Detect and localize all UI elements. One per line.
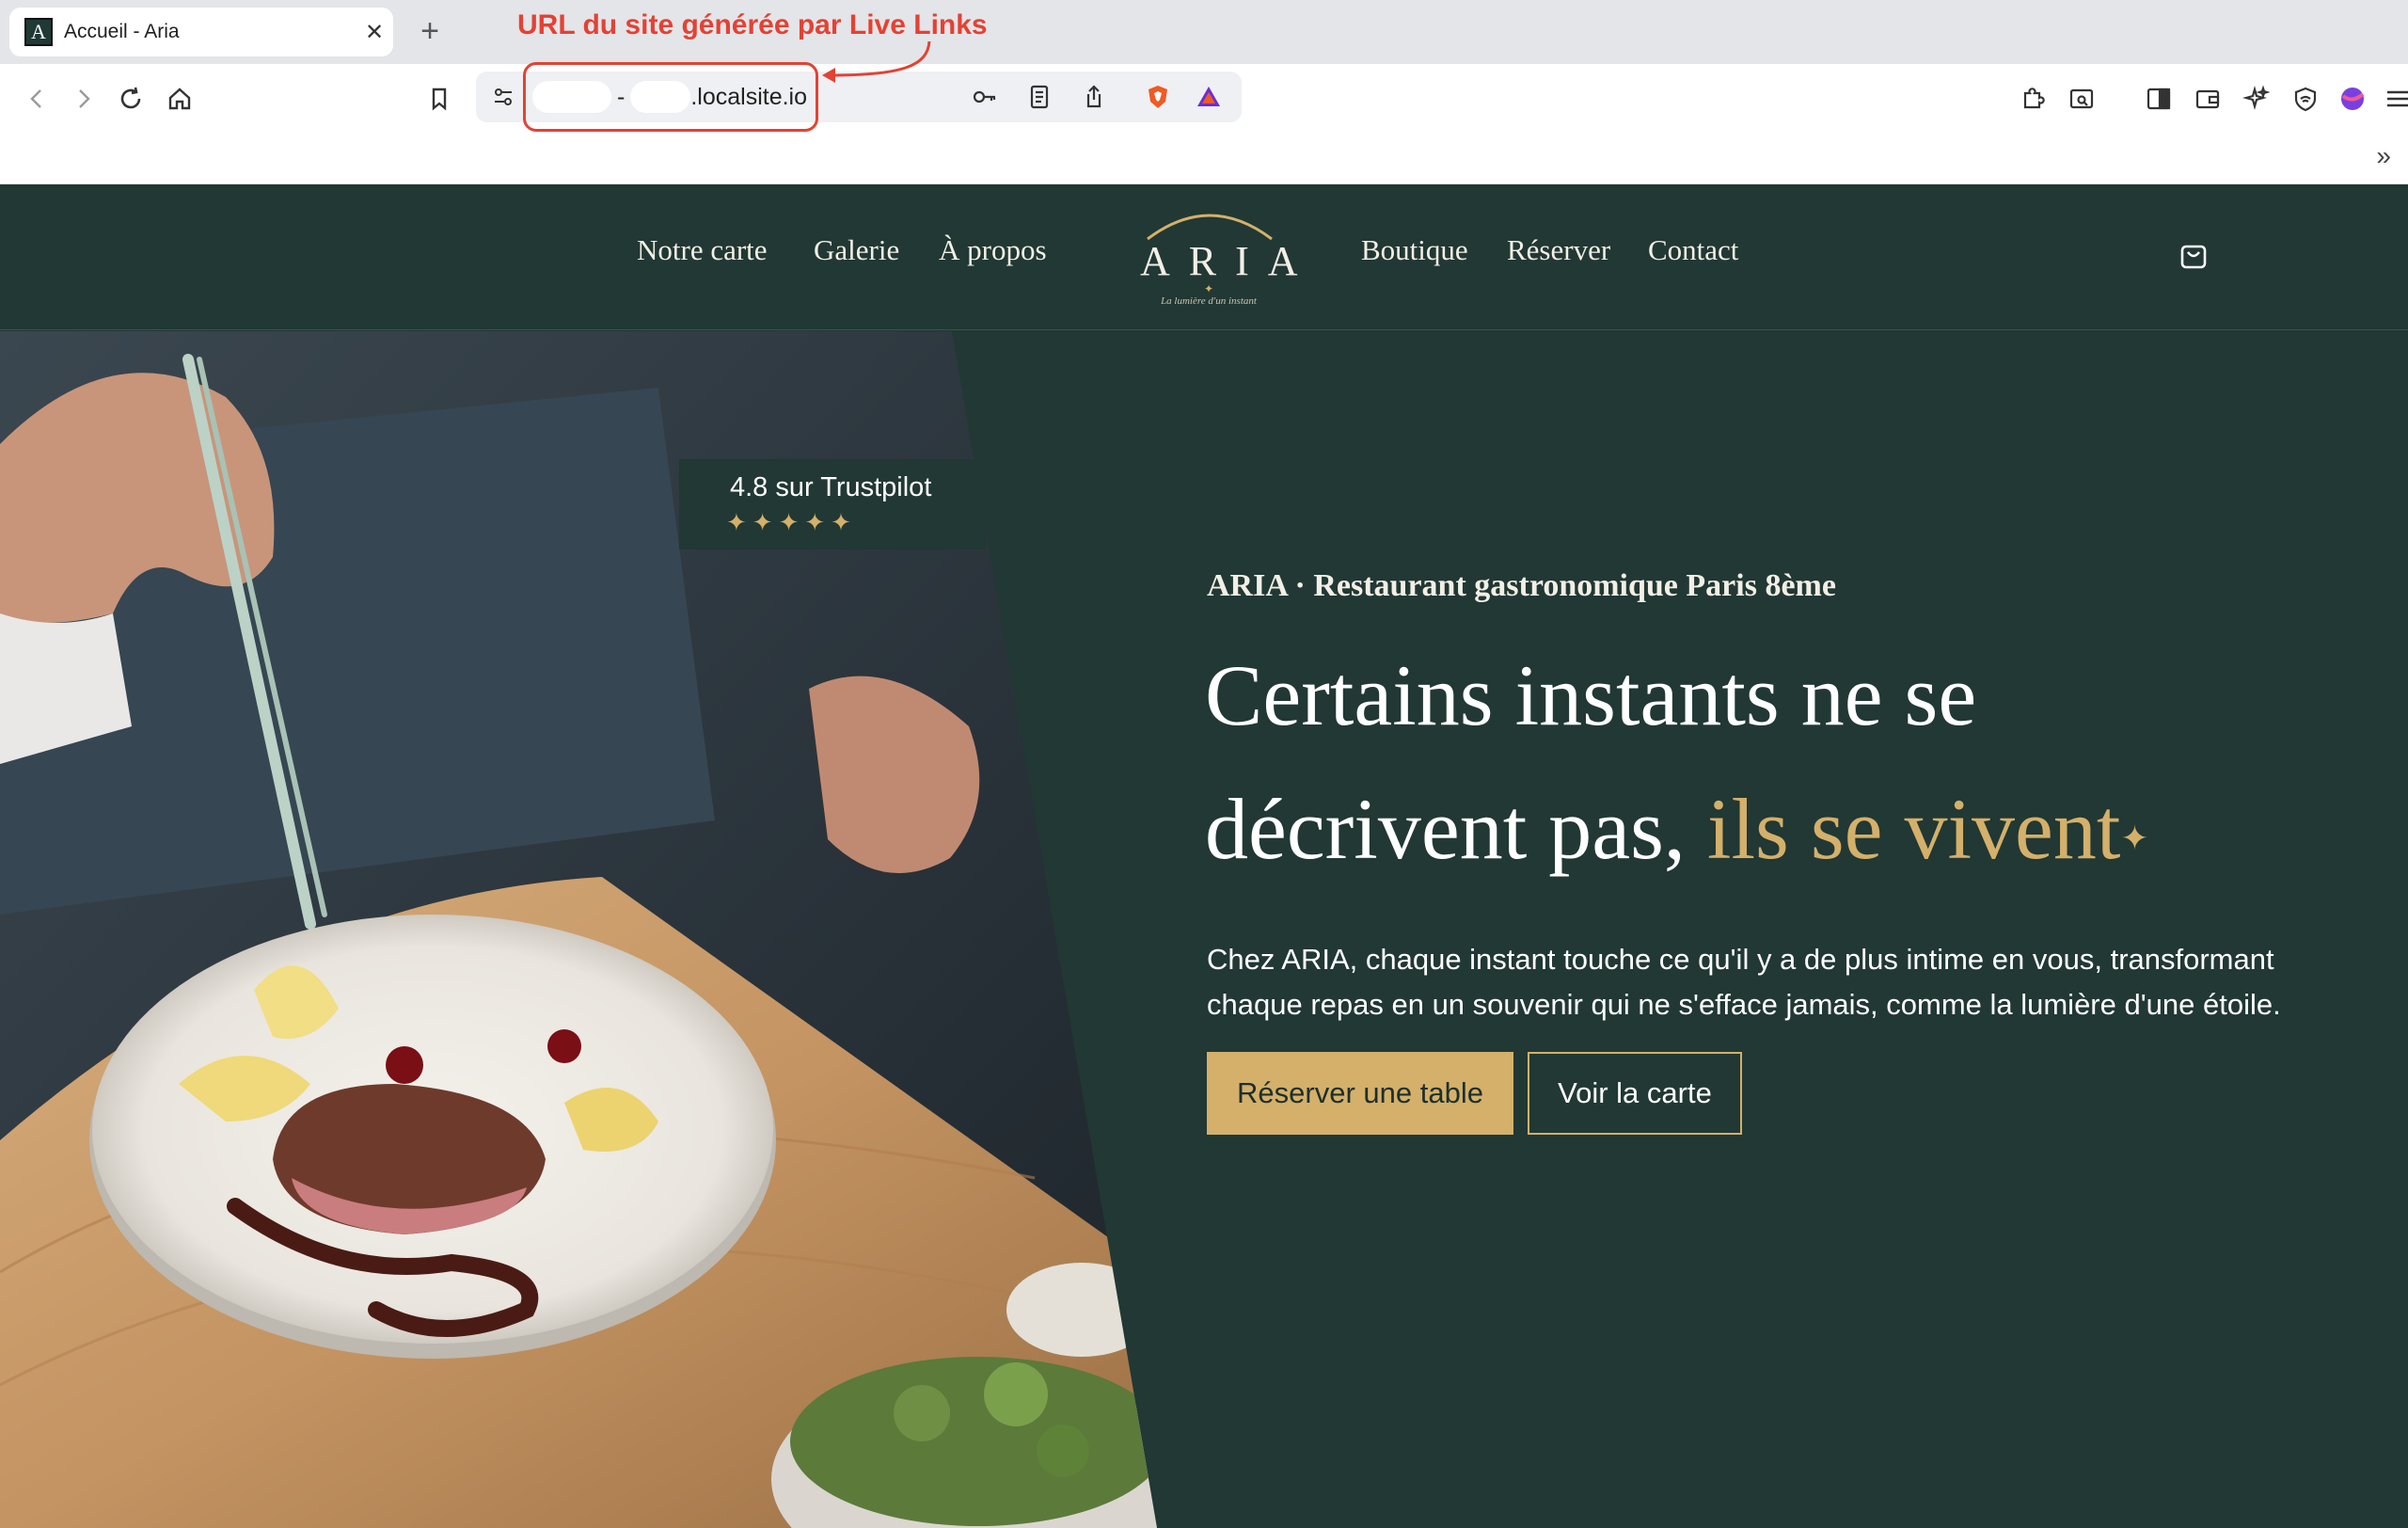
bookmarks-bar: »	[0, 132, 2408, 184]
browser-tab[interactable]: A Accueil - Aria ✕	[9, 8, 393, 56]
menu-icon[interactable]	[2380, 81, 2408, 117]
nav-link-reserver[interactable]: Réserver	[1507, 233, 1610, 267]
nav-link-contact[interactable]: Contact	[1648, 233, 1738, 267]
site-settings-icon[interactable]	[485, 79, 521, 115]
nav-link-a-propos[interactable]: À propos	[939, 233, 1047, 267]
brave-rewards-icon[interactable]	[1191, 79, 1227, 115]
hero-headline-line2: décrivent pas, ils se vivent✦	[1205, 779, 2149, 879]
annotation-arrow-icon	[822, 40, 931, 83]
tab-search-icon[interactable]	[2064, 81, 2099, 117]
more-bookmarks-chevron-icon[interactable]: »	[2376, 141, 2391, 171]
sparkle-icon: ✦	[2120, 819, 2149, 857]
trustpilot-badge: 4.8 sur Trustpilot ✦✦✦✦✦	[679, 459, 986, 549]
logo-star-icon: ✦	[1204, 282, 1214, 295]
bookmark-icon[interactable]	[421, 81, 457, 117]
site-favicon-icon: A	[24, 18, 53, 46]
hero-headline-line1: Certains instants ne se	[1205, 647, 1977, 743]
leo-ai-icon[interactable]	[2239, 81, 2274, 117]
logo[interactable]: ARIA	[1121, 237, 1300, 285]
hero-headline-white: décrivent pas,	[1205, 781, 1707, 877]
rating-stars-icon: ✦✦✦✦✦	[726, 508, 857, 536]
new-tab-button[interactable]: +	[414, 13, 446, 51]
nav-link-boutique[interactable]: Boutique	[1361, 233, 1468, 267]
hero-subtitle: ARIA · Restaurant gastronomique Paris 8è…	[1207, 568, 1836, 603]
extensions-icon[interactable]	[2015, 81, 2051, 117]
tab-strip: A Accueil - Aria ✕ +	[0, 0, 2408, 64]
share-icon[interactable]	[1076, 79, 1112, 115]
site-navigation: Notre carte Galerie À propos ARIA ✦ La l…	[0, 184, 2408, 330]
annotation-highlight-box	[523, 62, 818, 132]
back-icon[interactable]	[19, 81, 55, 117]
logo-tagline: La lumière d'un instant	[1161, 295, 1257, 307]
key-icon[interactable]	[967, 79, 1003, 115]
browser-toolbar: - .localsite.io	[0, 64, 2408, 132]
home-icon[interactable]	[162, 81, 198, 117]
cart-icon[interactable]	[2177, 239, 2210, 273]
brave-shields-icon[interactable]	[1140, 79, 1176, 115]
trustpilot-rating: 4.8 sur Trustpilot	[730, 472, 932, 502]
nav-link-notre-carte[interactable]: Notre carte	[637, 233, 768, 267]
nav-link-galerie[interactable]: Galerie	[814, 233, 899, 267]
reader-icon[interactable]	[1022, 79, 1057, 115]
close-tab-icon[interactable]: ✕	[356, 19, 393, 46]
hero-description: Chez ARIA, chaque instant touche ce qu'i…	[1207, 943, 2281, 1021]
reload-icon[interactable]	[113, 81, 149, 117]
annotation-label: URL du site générée par Live Links	[517, 9, 988, 40]
hero-headline-gold: ils se vivent	[1706, 781, 2121, 877]
view-menu-button[interactable]: Voir la carte	[1528, 1052, 1742, 1135]
tab-title: Accueil - Aria	[64, 21, 180, 42]
wallet-icon[interactable]	[2190, 81, 2226, 117]
vpn-icon[interactable]	[2288, 81, 2323, 117]
reserve-table-button[interactable]: Réserver une table	[1207, 1052, 1513, 1135]
forward-icon[interactable]	[66, 81, 102, 117]
sidebar-icon[interactable]	[2141, 81, 2177, 117]
profile-icon[interactable]	[2335, 81, 2370, 117]
website: Notre carte Galerie À propos ARIA ✦ La l…	[0, 184, 2408, 1528]
